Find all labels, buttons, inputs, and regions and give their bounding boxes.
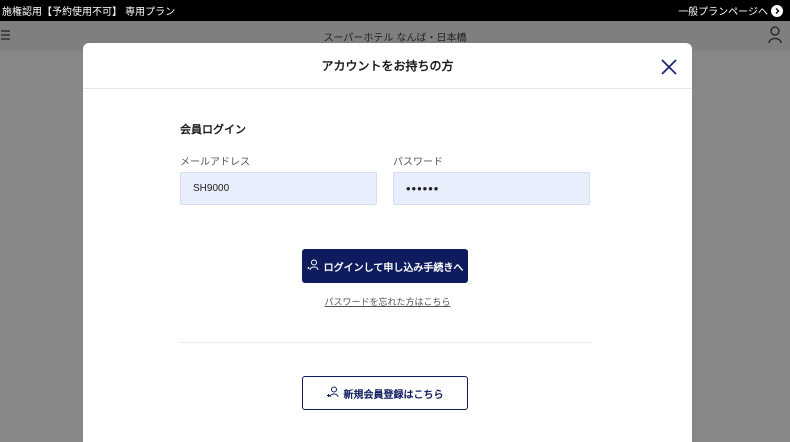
login-button-label: ログインして申し込み手続きへ xyxy=(323,262,464,274)
email-field[interactable]: SH9000 xyxy=(180,172,377,205)
forgot-password-link[interactable]: パスワードを忘れた方はこちら xyxy=(83,295,692,308)
divider xyxy=(180,342,592,343)
modal-title: アカウントをお持ちの方 xyxy=(321,59,454,73)
plan-notice-text: 施権認用【予約使用不可】 専用プラン xyxy=(2,7,176,18)
member-login-heading: 会員ログイン xyxy=(180,123,246,136)
modal-header: アカウントをお持ちの方 xyxy=(83,43,692,89)
login-button[interactable]: ログインして申し込み手続きへ xyxy=(302,249,468,283)
login-modal: アカウントをお持ちの方 会員ログイン メールアドレス SH9000 パスワード … xyxy=(83,43,692,442)
hotel-name: スーパーホテル なんば・日本橋 xyxy=(323,32,467,44)
top-notice-bar: 施権認用【予約使用不可】 専用プラン 一般プランページへ xyxy=(0,0,790,21)
user-add-icon xyxy=(326,386,339,401)
arrow-right-icon xyxy=(771,4,783,17)
password-label: パスワード xyxy=(393,157,443,168)
user-login-icon xyxy=(307,259,319,274)
user-icon[interactable] xyxy=(768,26,782,47)
password-field[interactable]: •••••• xyxy=(393,172,590,205)
email-label: メールアドレス xyxy=(180,157,250,168)
register-button-label: 新規会員登録はこちら xyxy=(343,389,444,401)
register-button[interactable]: 新規会員登録はこちら xyxy=(302,376,468,410)
hamburger-icon[interactable] xyxy=(1,29,11,44)
general-plan-link[interactable]: 一般プランページへ xyxy=(678,3,790,18)
close-icon[interactable] xyxy=(660,58,678,76)
general-plan-link-label: 一般プランページへ xyxy=(678,7,768,18)
